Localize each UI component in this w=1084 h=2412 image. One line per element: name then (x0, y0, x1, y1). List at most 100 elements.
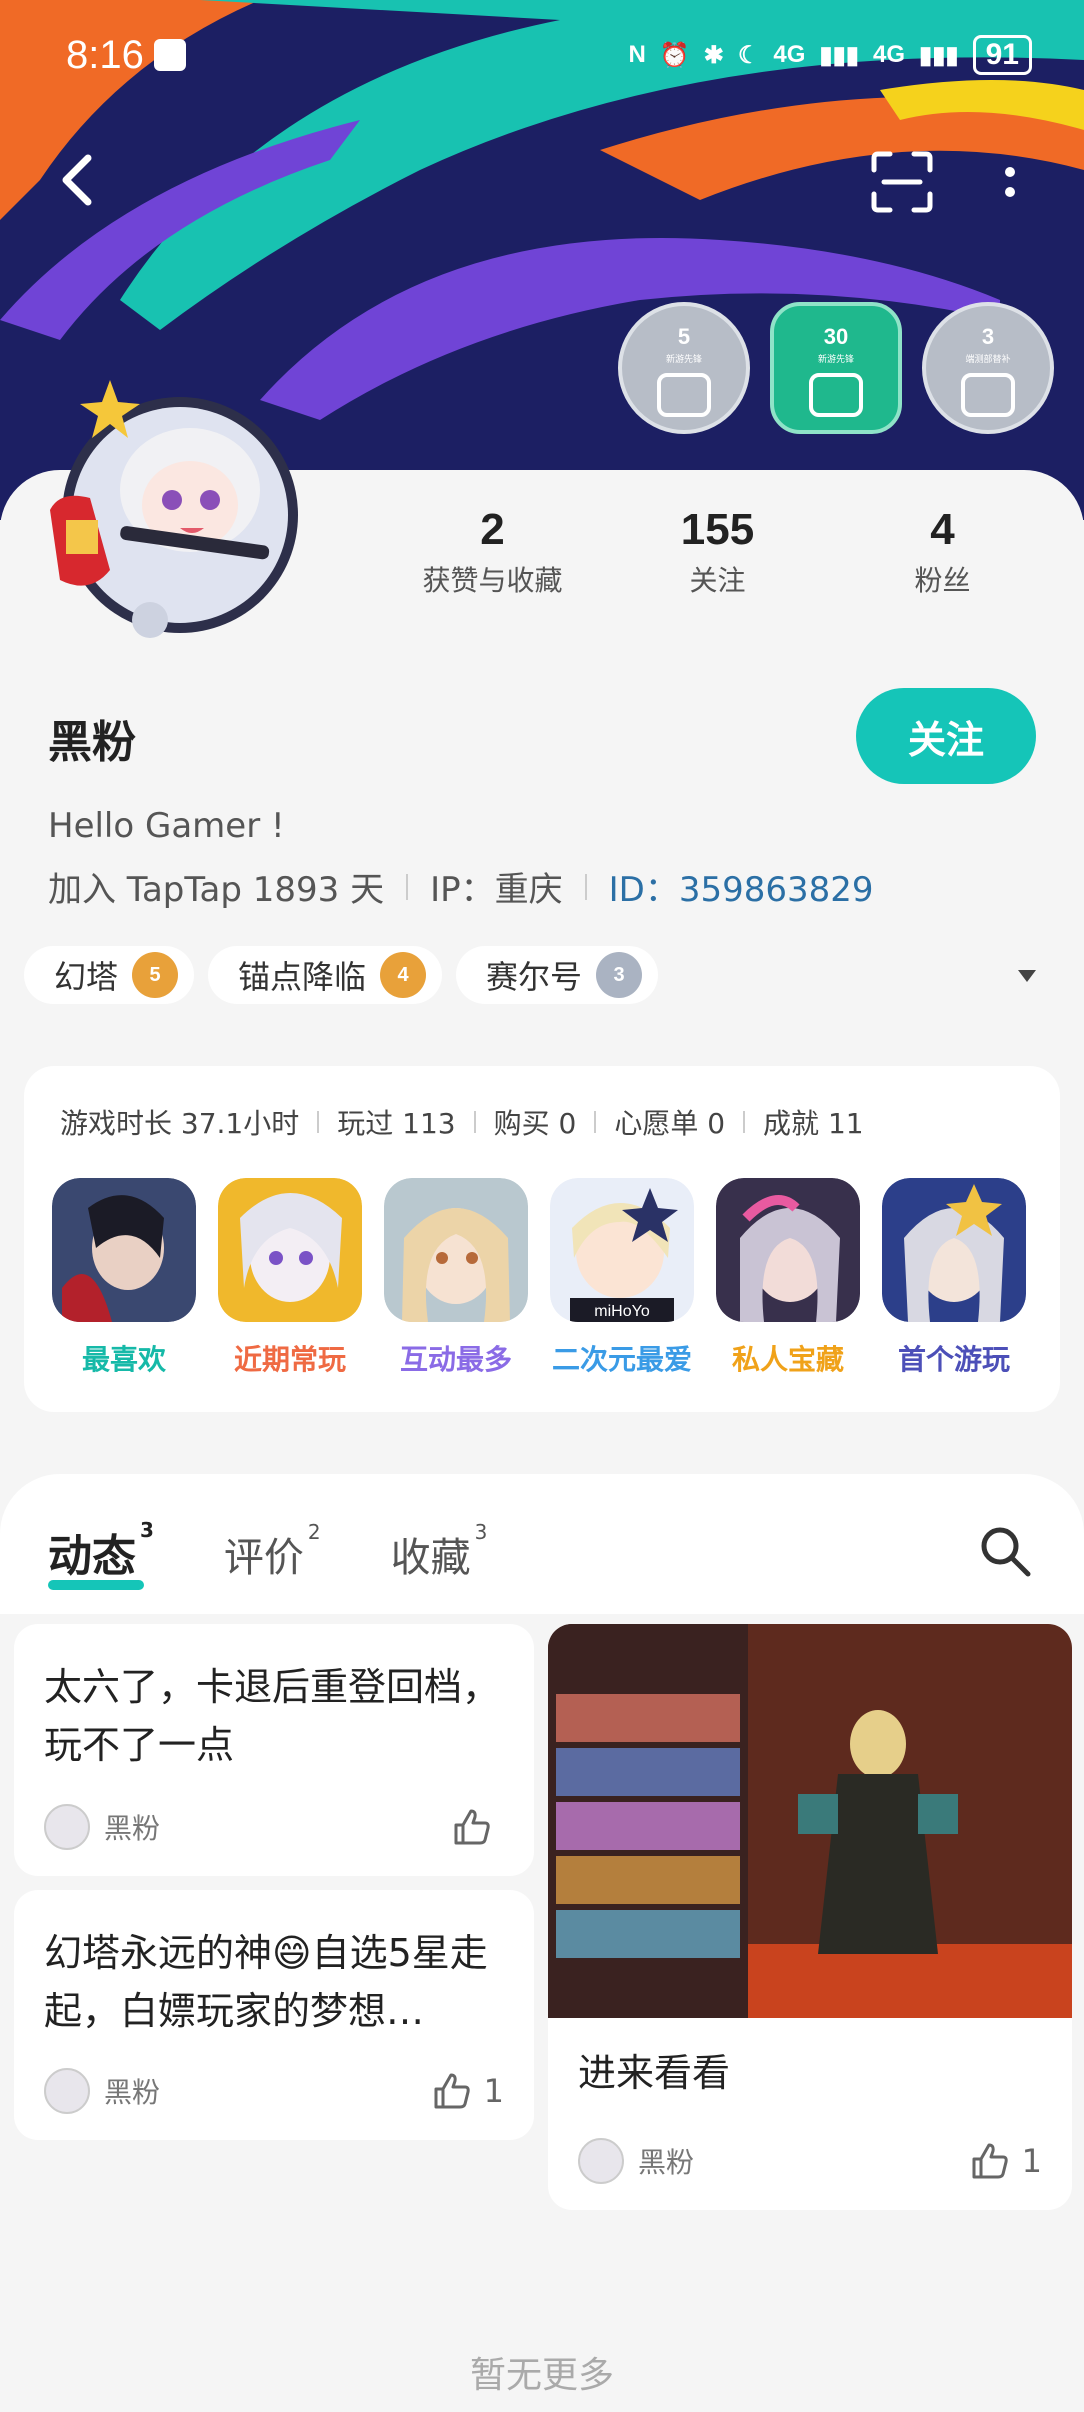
game-icon (52, 1178, 196, 1322)
status-bar: 8:16 N ⏰ ✱ ☾ 4G ▮▮▮ 4G ▮▮▮ 91 (0, 0, 1084, 110)
user-id[interactable]: ID：359863829 (609, 862, 874, 911)
post-card[interactable]: 太六了，卡退后重登回档，玩不了一点 黑粉 (14, 1624, 534, 1876)
divider (473, 1111, 476, 1133)
thumbs-up-icon (972, 2143, 1008, 2179)
like-count: 1 (483, 2072, 504, 2110)
post-card[interactable]: 幻塔永远的神😄自选5星走起，白嫖玩家的梦想… 黑粉 1 (14, 1890, 534, 2140)
back-icon[interactable] (50, 150, 110, 210)
author-avatar (578, 2138, 624, 2184)
status-time: 8:16 (66, 32, 144, 77)
scan-icon[interactable] (870, 150, 934, 214)
like-button[interactable] (452, 1807, 504, 1847)
level-badge-icon: 3 (596, 952, 643, 998)
divider (317, 1111, 320, 1133)
tab-favorites[interactable]: 收藏3 (391, 1520, 488, 1583)
bluetooth-icon: ✱ (703, 41, 724, 69)
featured-game[interactable]: 最喜欢 (52, 1178, 196, 1378)
signal-icon-2: ▮▮▮ (919, 41, 959, 69)
game-icon (384, 1178, 528, 1322)
badge-label: 新游先锋 (817, 355, 854, 365)
featured-game[interactable]: 首个游玩 (882, 1178, 1026, 1378)
calendar-gamepad-icon (809, 373, 863, 417)
search-icon[interactable] (978, 1524, 1032, 1578)
post-author: 黑粉 (104, 1812, 161, 1845)
achievement-count[interactable]: 成就 11 (763, 1102, 864, 1142)
stat-label: 粉丝 (914, 564, 971, 597)
signal-icon: ▮▮▮ (819, 41, 859, 69)
moon-icon: ☾ (737, 41, 760, 69)
more-icon[interactable] (990, 150, 1030, 214)
tab-label: 评价 (223, 1535, 304, 1581)
divider (594, 1111, 597, 1133)
featured-game-label: 首个游玩 (897, 1343, 1010, 1376)
playtime[interactable]: 游戏时长 37.1小时 (60, 1102, 299, 1142)
like-button[interactable]: 1 (432, 2071, 504, 2111)
level-badge-icon: 4 (380, 952, 427, 998)
svg-text:miHoYo: miHoYo (594, 1303, 650, 1320)
tab-count: 2 (307, 1519, 321, 1544)
battery-indicator: 91 (972, 35, 1032, 75)
bought-count[interactable]: 购买 0 (494, 1102, 577, 1142)
author-avatar (44, 1804, 90, 1850)
user-name: 黑粉 (48, 717, 136, 768)
tab-count: 3 (140, 1518, 154, 1543)
game-icon (882, 1178, 1026, 1322)
game-icon (716, 1178, 860, 1322)
divider (584, 873, 587, 900)
post-title: 进来看看 (578, 2051, 731, 2095)
featured-game[interactable]: 近期常玩 (218, 1178, 362, 1378)
game-tag[interactable]: 幻塔 5 (24, 946, 195, 1004)
game-icon (218, 1178, 362, 1322)
joined-days: 加入 TapTap 1893 天 (48, 870, 385, 910)
post-author: 黑粉 (638, 2146, 695, 2179)
badge-tester-substitute-3[interactable]: 3 端测部替补 (922, 302, 1054, 434)
game-tag[interactable]: 赛尔号 3 (456, 946, 659, 1004)
follow-button[interactable]: 关注 (856, 688, 1036, 784)
featured-game[interactable]: 互动最多 (384, 1178, 528, 1378)
post-title: 太六了，卡退后重登回档，玩不了一点 (44, 1665, 501, 1767)
featured-game[interactable]: 私人宝藏 (716, 1178, 860, 1378)
thumbs-up-icon (961, 373, 1015, 417)
badge-new-game-pioneer-5[interactable]: 5 新游先锋 (618, 302, 750, 434)
stat-following[interactable]: 155 关注 (605, 505, 830, 599)
badge-label: 新游先锋 (665, 355, 702, 365)
played-count[interactable]: 玩过 113 (337, 1102, 455, 1142)
avatar[interactable] (30, 380, 330, 650)
tab-count: 3 (474, 1519, 488, 1544)
badge-count: 3 (981, 324, 995, 349)
network-label-1: 4G (773, 41, 806, 68)
game-tag-name: 赛尔号 (486, 958, 583, 996)
post-footer: 黑粉 1 (578, 2138, 1042, 2184)
divider (406, 873, 409, 900)
top-nav (0, 140, 1084, 220)
featured-game-label: 最喜欢 (81, 1343, 166, 1376)
tab-reviews[interactable]: 评价2 (223, 1520, 321, 1583)
stat-label: 关注 (689, 564, 746, 597)
like-button[interactable]: 1 (970, 2141, 1042, 2181)
divider (743, 1111, 746, 1133)
status-indicators: N ⏰ ✱ ☾ 4G ▮▮▮ 4G ▮▮▮ 91 (628, 35, 1032, 75)
game-tag[interactable]: 锚点降临 4 (208, 946, 443, 1004)
expand-tags-icon[interactable] (1018, 970, 1036, 982)
game-icon: miHoYo (550, 1178, 694, 1322)
user-bio: Hello Gamer ! (48, 806, 285, 846)
stat-followers[interactable]: 4 粉丝 (830, 505, 1055, 599)
stat-value: 4 (930, 505, 955, 554)
game-tag-name: 幻塔 (54, 958, 119, 996)
badge-label: 端测部替补 (965, 355, 1011, 365)
tab-posts[interactable]: 动态3 (48, 1518, 154, 1584)
featured-game[interactable]: miHoYo 二次元最爱 (550, 1178, 694, 1378)
badge-count: 5 (677, 324, 691, 349)
badge-new-game-pioneer-30[interactable]: 30 新游先锋 (770, 302, 902, 434)
profile-stats: 2 获赞与收藏 155 关注 4 粉丝 (380, 505, 1055, 599)
wishlist-count[interactable]: 心愿单 0 (614, 1102, 725, 1142)
featured-game-label: 二次元最爱 (551, 1343, 692, 1376)
status-time-group: 8:16 (66, 33, 186, 78)
post-card[interactable]: 进来看看 黑粉 1 (548, 1624, 1072, 2210)
alarm-icon: ⏰ (659, 41, 690, 69)
featured-game-label: 私人宝藏 (731, 1343, 844, 1376)
thumbs-up-icon (434, 2073, 470, 2109)
qq-notification-icon (153, 39, 186, 71)
game-stats-card: 游戏时长 37.1小时 玩过 113 购买 0 心愿单 0 成就 11 最喜欢 … (24, 1066, 1060, 1412)
stat-likes[interactable]: 2 获赞与收藏 (380, 505, 605, 599)
